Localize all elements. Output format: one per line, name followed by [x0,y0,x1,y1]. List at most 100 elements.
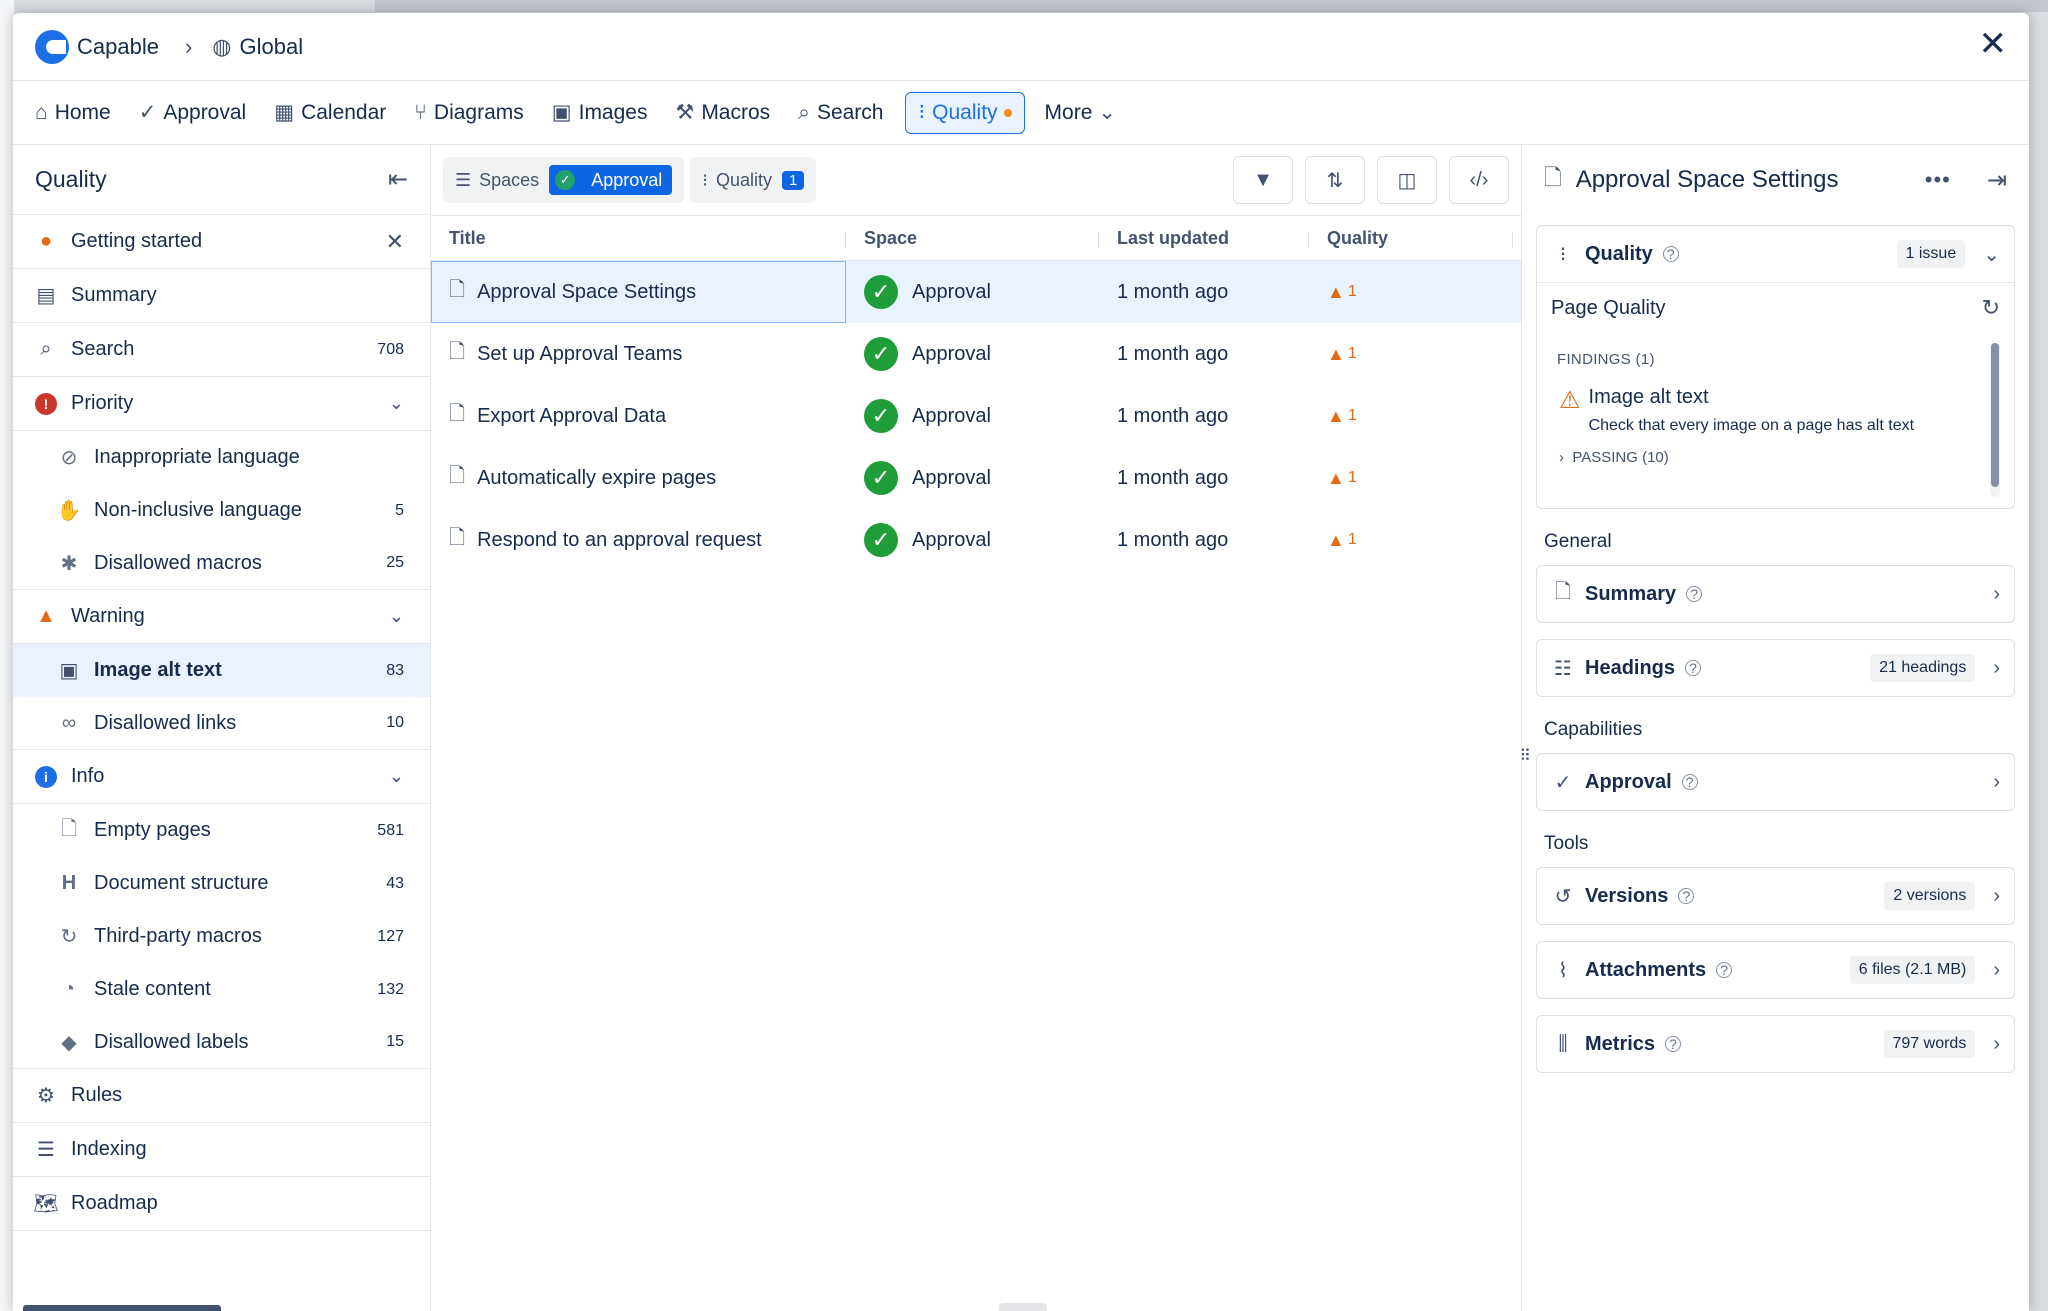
columns-button[interactable]: ◫ [1377,156,1437,204]
row-title: Respond to an approval request [477,528,762,551]
column-header-quality[interactable]: Quality [1309,228,1521,249]
help-icon[interactable]: ? [1685,660,1702,676]
headings-card[interactable]: ☷ Headings ? 21 headings › [1536,639,2015,697]
dismiss-icon[interactable]: ✕ [386,229,404,255]
table-row[interactable]: 🗋 Automatically expire pages ✓ Approval 1 … [431,447,1521,509]
approval-card[interactable]: ✓ Approval ? › [1536,753,2015,811]
finding-item[interactable]: ⚠ Image alt text Check that every image … [1559,386,2000,435]
passing-toggle[interactable]: › PASSING (10) [1559,449,2000,466]
nav-calendar[interactable]: ▦ Calendar [274,92,386,134]
nav-images[interactable]: ▣ Images [552,92,648,134]
refresh-icon[interactable]: ↻ [1982,295,2000,321]
code-button[interactable]: ‹/› [1449,156,1509,204]
collapse-sidebar-icon[interactable]: ⇤ [388,165,408,194]
findings-scrollbar[interactable] [1990,343,2000,497]
sidebar-item-non-inclusive-language[interactable]: ✋ Non-inclusive language 5 [13,484,430,537]
sidebar-item-inappropriate-language[interactable]: ⊘ Inappropriate language [13,431,430,484]
cell-title[interactable]: 🗋 Automatically expire pages [431,447,846,509]
cell-quality[interactable]: ▲ 1 [1309,447,1521,509]
sidebar-group-info[interactable]: i Info ⌄ [13,750,430,804]
row-quality: 1 [1347,345,1357,362]
filter-button[interactable]: ▼ [1233,156,1293,204]
sidebar-item-roadmap[interactable]: 🗺 Roadmap [13,1177,430,1231]
chevron-down-icon[interactable]: ⌄ [1983,242,2000,267]
approval-row[interactable]: ✓ Approval ? › [1537,754,2014,810]
nav-more[interactable]: More ⌄ [1045,92,1116,134]
row-quality: 1 [1347,469,1357,486]
nav-home[interactable]: ⌂ Home [35,92,111,134]
table-row[interactable]: 🗋 Approval Space Settings ✓ Approval 1 mon… [431,261,1521,323]
handshake-icon: ✋ [56,500,82,522]
sort-button[interactable]: ⇅ [1305,156,1365,204]
headings-row[interactable]: ☷ Headings ? 21 headings › [1537,640,2014,696]
quality-filter[interactable]: ⁝ Quality 1 [690,157,817,203]
nav-search[interactable]: ⌕ Search [798,92,883,134]
breadcrumb-brand[interactable]: Capable [77,34,159,60]
column-header-last-updated[interactable]: Last updated [1099,228,1309,249]
sidebar-item-disallowed-links[interactable]: ∞ Disallowed links 10 [13,697,430,750]
sidebar-item-search[interactable]: ⌕ Search 708 [13,323,430,377]
chevron-right-icon: › [1993,656,2000,679]
quality-card-header[interactable]: ⁝ Quality ? 1 issue ⌄ [1537,226,2014,282]
sidebar-item-rules[interactable]: ⚙ Rules [13,1069,430,1123]
close-icon[interactable]: ✕ [1979,27,2008,61]
chevron-down-icon[interactable]: ⌄ [389,766,404,787]
sidebar-group-priority[interactable]: ! Priority ⌄ [13,377,430,431]
metrics-row[interactable]: ⫼ Metrics ? 797 words › [1537,1016,2014,1072]
table-row[interactable]: 🗋 Export Approval Data ✓ Approval 1 month … [431,385,1521,447]
help-icon[interactable]: ? [1662,246,1679,262]
cell-title[interactable]: 🗋 Respond to an approval request [431,509,846,571]
chevron-down-icon[interactable]: ⌄ [389,393,404,414]
sidebar-item-label: Inappropriate language [94,446,300,468]
sidebar-item-disallowed-macros[interactable]: ✱ Disallowed macros 25 [13,537,430,590]
table-row[interactable]: 🗋 Set up Approval Teams ✓ Approval 1 month… [431,323,1521,385]
sidebar-group-warning[interactable]: ▲ Warning ⌄ [13,590,430,644]
sidebar-item-image-alt-text[interactable]: ▣ Image alt text 83 [13,644,430,697]
cell-quality[interactable]: ▲ 1 [1309,385,1521,447]
sidebar-item-getting-started[interactable]: ● Getting started ✕ [13,215,430,269]
nav-quality[interactable]: ⁝ Quality [905,91,1025,134]
sidebar-item-stale-content[interactable]: ◔ Stale content 132 [13,963,430,1016]
traffic-light-icon: ⁝ [702,169,708,190]
help-icon[interactable]: ? [1665,1036,1682,1052]
spaces-filter[interactable]: ☰ Spaces ✓ Approval [443,157,685,203]
chevron-down-icon[interactable]: ⌄ [389,606,404,627]
sidebar-item-label: Empty pages [94,819,211,841]
sidebar-item-document-structure[interactable]: H Document structure 43 [13,857,430,910]
table-row[interactable]: 🗋 Respond to an approval request ✓ Approva… [431,509,1521,571]
nav-approval[interactable]: ✓ Approval [139,92,247,134]
spaces-filter-value[interactable]: ✓ Approval [549,165,673,195]
close-panel-icon[interactable]: ⇥ [1987,166,2007,195]
nav-diagrams[interactable]: ⑂ Diagrams [414,92,523,134]
scrollbar-thumb[interactable] [1991,343,1999,487]
attachments-row[interactable]: ⌇ Attachments ? 6 files (2.1 MB) › [1537,942,2014,998]
cell-quality[interactable]: ▲ 1 [1309,261,1521,323]
sidebar-item-indexing[interactable]: ☰ Indexing [13,1123,430,1177]
more-options-icon[interactable]: ••• [1925,167,1951,193]
column-header-space[interactable]: Space [846,228,1099,249]
help-icon[interactable]: ? [1678,888,1695,904]
sidebar-item-empty-pages[interactable]: 🗋 Empty pages 581 [13,804,430,857]
summary-row[interactable]: 🗋 Summary ? › [1537,566,2014,622]
clock-icon: ◔ [62,978,76,1000]
cell-quality[interactable]: ▲ 1 [1309,323,1521,385]
cell-title[interactable]: 🗋 Export Approval Data [431,385,846,447]
sidebar-item-third-party-macros[interactable]: ↻ Third-party macros 127 [13,910,430,963]
nav-macros[interactable]: ⚒ Macros [675,92,770,134]
attachments-card[interactable]: ⌇ Attachments ? 6 files (2.1 MB) › [1536,941,2015,999]
metrics-card[interactable]: ⫼ Metrics ? 797 words › [1536,1015,2015,1073]
help-icon[interactable]: ? [1686,586,1703,602]
cell-title[interactable]: 🗋 Set up Approval Teams [431,323,846,385]
versions-card[interactable]: ↺ Versions ? 2 versions › [1536,867,2015,925]
help-icon[interactable]: ? [1716,962,1733,978]
help-icon[interactable]: ? [1681,774,1698,790]
traffic-light-icon: ⁝ [1559,243,1567,266]
versions-row[interactable]: ↺ Versions ? 2 versions › [1537,868,2014,924]
column-header-title[interactable]: Title [431,228,846,249]
sidebar-item-summary[interactable]: ▤ Summary [13,269,430,323]
breadcrumb-global[interactable]: Global [239,34,303,60]
cell-title[interactable]: 🗋 Approval Space Settings [431,261,846,323]
sidebar-item-disallowed-labels[interactable]: ◆ Disallowed labels 15 [13,1016,430,1069]
cell-quality[interactable]: ▲ 1 [1309,509,1521,571]
summary-card[interactable]: 🗋 Summary ? › [1536,565,2015,623]
